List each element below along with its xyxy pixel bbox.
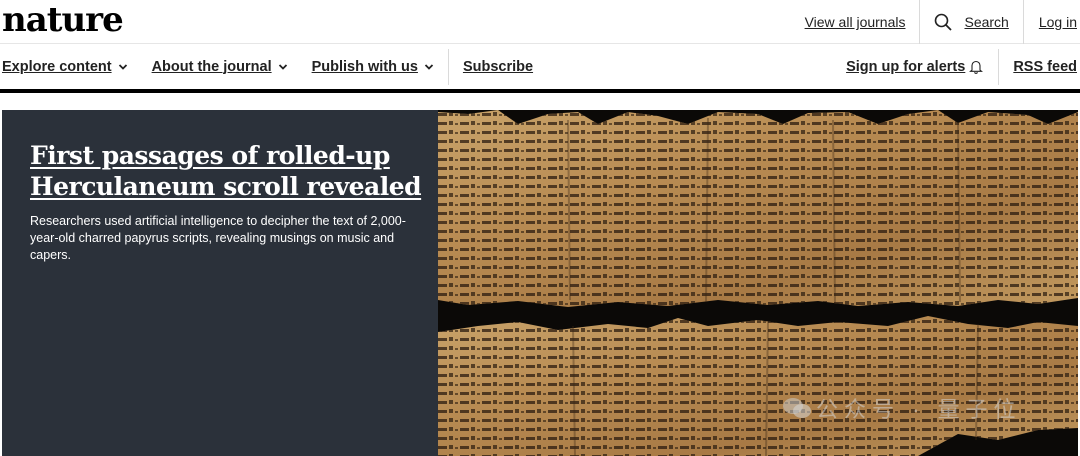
- alerts-label: Sign up for alerts: [846, 58, 966, 75]
- search-button[interactable]: Search: [920, 13, 1022, 31]
- hero-text-panel: First passages of rolled-up Herculaneum …: [2, 110, 438, 456]
- nav-item-label: About the journal: [151, 58, 272, 75]
- chevron-down-icon: [278, 63, 287, 70]
- nav-item-label: Publish with us: [311, 58, 418, 75]
- login-link[interactable]: Log in: [1024, 14, 1080, 30]
- rss-feed-link[interactable]: RSS feed: [1013, 59, 1077, 75]
- top-bar: nature View all journals Search Log in: [0, 0, 1080, 44]
- watermark: 公众号 · 量子位: [782, 392, 1022, 424]
- hero-standfirst: Researchers used artificial intelligence…: [30, 214, 406, 262]
- nav-about-journal[interactable]: About the journal: [152, 59, 288, 75]
- site-logo[interactable]: nature: [2, 0, 124, 42]
- chevron-down-icon: [118, 63, 127, 70]
- nav-item-label: Explore content: [2, 58, 112, 75]
- watermark-text: 公众号 · 量子位: [816, 397, 1022, 422]
- search-icon: [935, 13, 953, 31]
- view-all-journals-link[interactable]: View all journals: [805, 14, 906, 30]
- wechat-icon: [783, 398, 811, 418]
- top-utility-links: View all journals Search Log in: [805, 0, 1080, 44]
- nav-publish-with-us[interactable]: Publish with us: [312, 59, 434, 75]
- subscribe-link[interactable]: Subscribe: [463, 59, 533, 75]
- hero-headline-link[interactable]: First passages of rolled-up Herculaneum …: [30, 140, 430, 202]
- main-nav: Explore content About the journal Publis…: [0, 44, 1080, 93]
- chevron-down-icon: [424, 63, 434, 70]
- divider: [998, 48, 1000, 85]
- search-label[interactable]: Search: [964, 14, 1008, 30]
- divider: [447, 48, 449, 85]
- nav-explore-content[interactable]: Explore content: [2, 59, 128, 75]
- nav-left: Explore content About the journal Publis…: [2, 44, 557, 89]
- sign-up-alerts-link[interactable]: Sign up for alerts: [846, 58, 984, 75]
- bell-icon: [969, 60, 984, 74]
- nav-right: Sign up for alerts RSS feed: [846, 44, 1077, 89]
